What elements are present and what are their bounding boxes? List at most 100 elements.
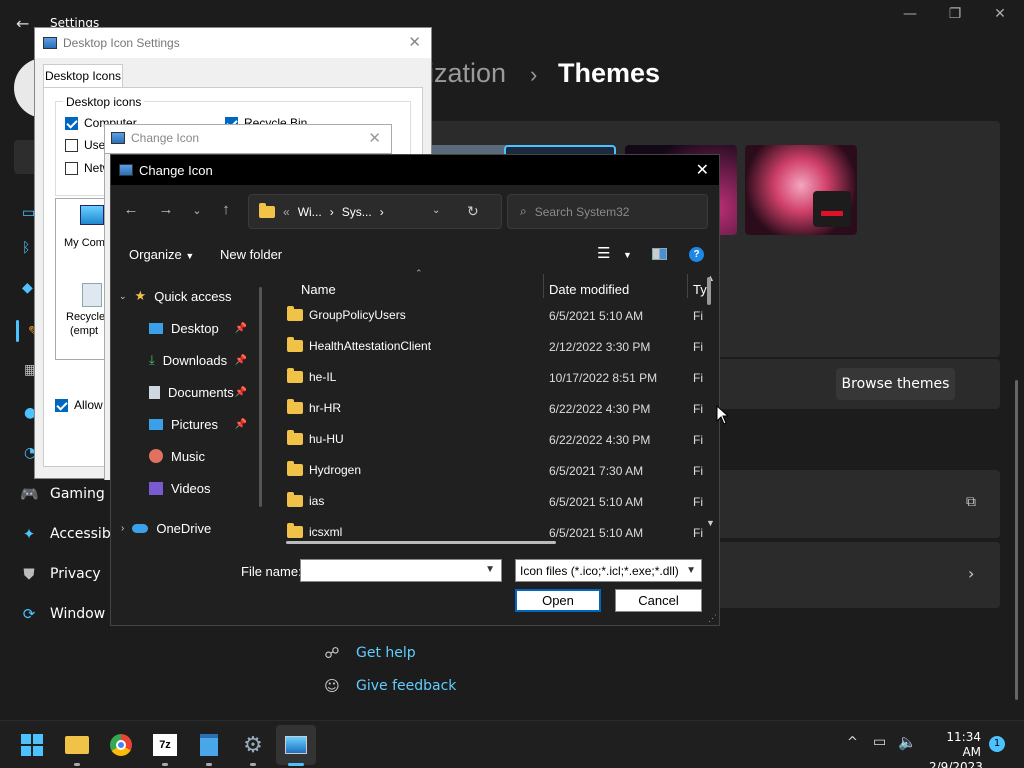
- forward-icon[interactable]: →: [156, 201, 176, 218]
- file-list-hscrollbar[interactable]: [286, 541, 556, 544]
- column-separator[interactable]: [543, 274, 544, 298]
- nav-item-accessibility[interactable]: ✦ Accessib: [20, 518, 111, 550]
- folder-icon: [287, 430, 303, 445]
- checkbox[interactable]: [65, 116, 78, 130]
- tab-desktop-icons[interactable]: Desktop Icons: [43, 64, 123, 88]
- nav-item-gaming[interactable]: 🎮 Gaming: [20, 478, 105, 510]
- address-bar[interactable]: « Wi... › Sys... › ⌄ ↻: [248, 194, 502, 229]
- maximize-icon[interactable]: ❐: [940, 6, 970, 22]
- 7zip-icon[interactable]: 7z: [151, 731, 179, 759]
- network-icon[interactable]: ◆: [22, 280, 33, 296]
- nav-item-windows-update[interactable]: ⟳ Window: [20, 598, 106, 630]
- start-icon[interactable]: [18, 731, 46, 759]
- chevron-down-icon[interactable]: ▼: [623, 250, 632, 260]
- view-list-icon[interactable]: ☰: [597, 244, 610, 262]
- tree-item-onedrive[interactable]: › OneDrive: [121, 518, 279, 538]
- help-icon[interactable]: ?: [689, 247, 704, 262]
- titlebar: Desktop Icon Settings ✕: [35, 28, 431, 58]
- pin-icon: 📌: [234, 386, 247, 398]
- tree-item-quick-access[interactable]: ⌄ ★ Quick access: [119, 286, 277, 306]
- chevron-right-icon[interactable]: ›: [121, 523, 124, 534]
- new-folder-button[interactable]: New folder: [220, 247, 282, 262]
- breadcrumb-item[interactable]: Wi...: [298, 205, 322, 219]
- breadcrumb-separator[interactable]: ›: [380, 205, 384, 219]
- chevron-down-icon[interactable]: ▼: [485, 564, 495, 575]
- settings-scrollbar[interactable]: [1015, 380, 1018, 700]
- open-button[interactable]: Open: [515, 589, 601, 612]
- recent-locations-icon[interactable]: ⌄: [187, 204, 207, 217]
- breadcrumb-parent[interactable]: ization: [428, 58, 506, 89]
- up-icon[interactable]: ↑: [216, 201, 236, 218]
- nav-item-privacy[interactable]: ⛊ Privacy: [20, 558, 100, 590]
- organize-button[interactable]: Organize ▼: [129, 247, 194, 262]
- notification-badge[interactable]: 1: [989, 736, 1005, 752]
- close-icon[interactable]: ✕: [985, 6, 1015, 22]
- chevron-down-icon[interactable]: ⌄: [119, 291, 127, 302]
- file-row[interactable]: hu-HU 6/22/2022 4:30 PM Fi: [269, 424, 709, 455]
- back-icon[interactable]: ←: [121, 201, 141, 218]
- refresh-icon[interactable]: ↻: [467, 203, 479, 220]
- chrome-icon[interactable]: [107, 731, 135, 759]
- browse-themes-button[interactable]: Browse themes: [836, 368, 955, 400]
- theme-thumbnail[interactable]: [745, 145, 857, 235]
- resize-grip-icon[interactable]: ⋰: [708, 613, 717, 624]
- recycle-bin-icon[interactable]: [82, 283, 102, 307]
- minimize-icon[interactable]: —: [895, 6, 925, 22]
- bluetooth-icon[interactable]: ᛒ: [22, 240, 30, 256]
- file-explorer-icon[interactable]: [63, 731, 91, 759]
- volume-icon[interactable]: 🔈: [898, 733, 917, 751]
- chevron-down-icon[interactable]: ⌄: [432, 205, 440, 216]
- column-header-date[interactable]: Date modified: [549, 282, 629, 297]
- file-type: Fi: [693, 340, 703, 354]
- close-icon[interactable]: ✕: [696, 160, 709, 180]
- column-header-type[interactable]: Ty: [693, 282, 707, 297]
- search-input[interactable]: ⌕ Search System32: [507, 194, 708, 229]
- file-name-text: hu-HU: [309, 432, 344, 446]
- get-help-link[interactable]: ☍ Get help: [322, 642, 415, 664]
- tree-item-documents[interactable]: Documents 📌: [149, 382, 259, 402]
- give-feedback-link[interactable]: ☺ Give feedback: [322, 675, 456, 697]
- notepad-icon[interactable]: [195, 731, 223, 759]
- computer-icon[interactable]: [80, 205, 104, 225]
- file-row[interactable]: HealthAttestationClient 2/12/2022 3:30 P…: [269, 331, 709, 362]
- titlebar: Change Icon ✕: [111, 155, 719, 185]
- cancel-button[interactable]: Cancel: [615, 589, 702, 612]
- close-icon[interactable]: ✕: [368, 129, 381, 147]
- clock[interactable]: 11:34 AM 2/9/2023: [929, 730, 983, 768]
- file-type-select[interactable]: Icon files (*.ico;*.icl;*.exe;*.dll) ▼: [515, 559, 702, 582]
- file-name: HealthAttestationClient: [287, 337, 431, 353]
- file-name-input[interactable]: ▼: [300, 559, 502, 582]
- checkbox-allow-themes[interactable]: Allow t: [55, 398, 109, 412]
- desktop-icon-settings-icon[interactable]: [282, 731, 310, 759]
- file-date: 2/12/2022 3:30 PM: [549, 340, 651, 354]
- file-row[interactable]: ias 6/5/2021 5:10 AM Fi: [269, 486, 709, 517]
- checkbox[interactable]: [65, 161, 78, 175]
- navigation-scrollbar[interactable]: [259, 287, 262, 507]
- checkbox-user[interactable]: User: [65, 138, 109, 152]
- preview-pane-icon[interactable]: [652, 248, 667, 260]
- breadcrumb-separator[interactable]: ›: [330, 205, 334, 219]
- external-link-icon: ⧉: [966, 494, 976, 510]
- scroll-down-icon[interactable]: ▼: [706, 518, 715, 528]
- breadcrumb-overflow[interactable]: «: [283, 205, 290, 219]
- settings-icon[interactable]: ⚙: [239, 731, 267, 759]
- file-row[interactable]: GroupPolicyUsers 6/5/2021 5:10 AM Fi: [269, 300, 709, 331]
- network-icon[interactable]: ▭: [873, 734, 886, 750]
- back-arrow-icon[interactable]: ←: [16, 14, 29, 33]
- file-row[interactable]: hr-HR 6/22/2022 4:30 PM Fi: [269, 393, 709, 424]
- tray-overflow-icon[interactable]: ^: [847, 735, 858, 750]
- close-icon[interactable]: ✕: [408, 33, 421, 51]
- chevron-right-icon: ›: [968, 564, 975, 583]
- file-row[interactable]: he-IL 10/17/2022 8:51 PM Fi: [269, 362, 709, 393]
- breadcrumb-item[interactable]: Sys...: [342, 205, 372, 219]
- column-separator[interactable]: [687, 274, 688, 298]
- file-list-vscrollbar[interactable]: [707, 277, 711, 305]
- nav-selection-indicator: [16, 320, 19, 342]
- tree-item-pictures[interactable]: Pictures 📌: [149, 414, 259, 434]
- column-header-name[interactable]: Name: [301, 282, 336, 297]
- tree-item-downloads[interactable]: ⤓ Downloads 📌: [149, 350, 259, 370]
- checkbox[interactable]: [55, 398, 68, 412]
- file-row[interactable]: Hydrogen 6/5/2021 7:30 AM Fi: [269, 455, 709, 486]
- checkbox[interactable]: [65, 138, 78, 152]
- tree-item-desktop[interactable]: Desktop 📌: [149, 318, 259, 338]
